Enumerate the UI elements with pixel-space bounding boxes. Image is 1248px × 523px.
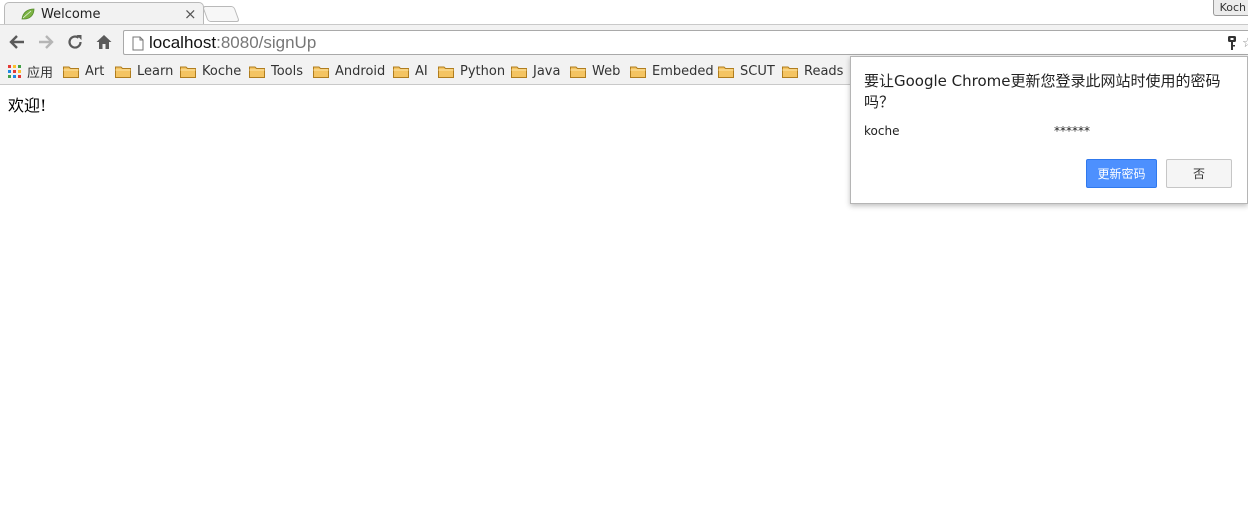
home-button[interactable] — [93, 31, 115, 53]
update-password-button[interactable]: 更新密码 — [1086, 159, 1157, 188]
bookmark-folder-tools[interactable]: Tools — [249, 61, 303, 81]
close-icon[interactable]: × — [184, 5, 197, 23]
folder-icon — [180, 66, 196, 78]
folder-icon — [782, 66, 798, 78]
forward-button[interactable] — [35, 31, 57, 53]
page-icon — [132, 36, 144, 51]
leaf-icon — [21, 8, 35, 20]
bookmark-label: Koche — [202, 63, 242, 79]
bookmark-label: 应用 — [27, 65, 54, 81]
bookmark-label: Android — [335, 63, 386, 79]
key-icon[interactable] — [1226, 35, 1238, 51]
folder-icon — [313, 66, 329, 78]
bookmark-folder-reads[interactable]: Reads — [782, 61, 843, 81]
bookmark-folder-ai[interactable]: AI — [393, 61, 428, 81]
folder-icon — [115, 66, 131, 78]
home-icon — [96, 35, 112, 49]
password-value: ****** — [1054, 124, 1090, 138]
bookmark-label: Tools — [271, 63, 304, 79]
bookmark-folder-learn[interactable]: Learn — [115, 61, 173, 81]
folder-icon — [393, 66, 409, 78]
folder-icon — [630, 66, 646, 78]
bookmark-folder-java[interactable]: Java — [511, 61, 560, 81]
bubble-title: 要让Google Chrome更新您登录此网站时使用的密码吗？ — [864, 72, 1221, 111]
username-value: koche — [864, 124, 900, 138]
folder-icon — [718, 66, 734, 78]
no-button[interactable]: 否 — [1166, 159, 1232, 188]
bookmark-label: Reads — [804, 63, 844, 79]
bookmark-folder-web[interactable]: Web — [570, 61, 620, 81]
bookmark-label: Python — [460, 63, 506, 79]
tab-welcome[interactable]: Welcome × — [4, 2, 204, 25]
arrow-left-icon — [9, 35, 24, 49]
address-bar[interactable]: localhost:8080/signUp ☆ — [123, 30, 1248, 55]
bookmark-folder-python[interactable]: Python — [438, 61, 505, 81]
arrow-right-icon — [39, 35, 54, 49]
url-text: localhost:8080/signUp — [149, 33, 316, 53]
bookmark-label: Art — [85, 63, 105, 79]
bookmark-label: Embeded — [652, 63, 714, 79]
bookmark-folder-koche[interactable]: Koche — [180, 61, 241, 81]
folder-icon — [511, 66, 527, 78]
bookmark-label: AI — [415, 63, 428, 79]
bookmark-label: Learn — [137, 63, 174, 79]
star-icon[interactable]: ☆ — [1242, 36, 1248, 51]
bookmark-folder-scut[interactable]: SCUT — [718, 61, 775, 81]
page-welcome-text: 欢迎! — [8, 96, 47, 115]
bookmark-label: SCUT — [740, 63, 775, 79]
tab-title: Welcome — [41, 7, 101, 22]
folder-icon — [249, 66, 265, 78]
bookmark-folder-android[interactable]: Android — [313, 61, 385, 81]
bookmark-folder-art[interactable]: Art — [63, 61, 104, 81]
bookmark-label: Web — [592, 63, 621, 79]
password-update-bubble: 要让Google Chrome更新您登录此网站时使用的密码吗？ koche **… — [850, 56, 1248, 204]
back-button[interactable] — [6, 31, 28, 53]
folder-icon — [63, 66, 79, 78]
tab-strip: Welcome × Koch — [0, 0, 1248, 25]
new-tab-button[interactable] — [202, 6, 240, 22]
url-path: :8080/signUp — [216, 33, 317, 52]
folder-icon — [570, 66, 586, 78]
apps-grid-icon — [8, 64, 21, 78]
reload-button[interactable] — [64, 31, 86, 53]
folder-icon — [438, 66, 454, 78]
bookmark-folder-embeded[interactable]: Embeded — [630, 61, 714, 81]
divider — [0, 24, 1248, 25]
url-host: localhost — [149, 33, 217, 52]
bookmark-label: Java — [533, 63, 561, 79]
profile-button[interactable]: Koch — [1212, 0, 1248, 16]
reload-icon — [68, 35, 82, 49]
bookmark-apps[interactable]: 应用 — [8, 61, 53, 81]
